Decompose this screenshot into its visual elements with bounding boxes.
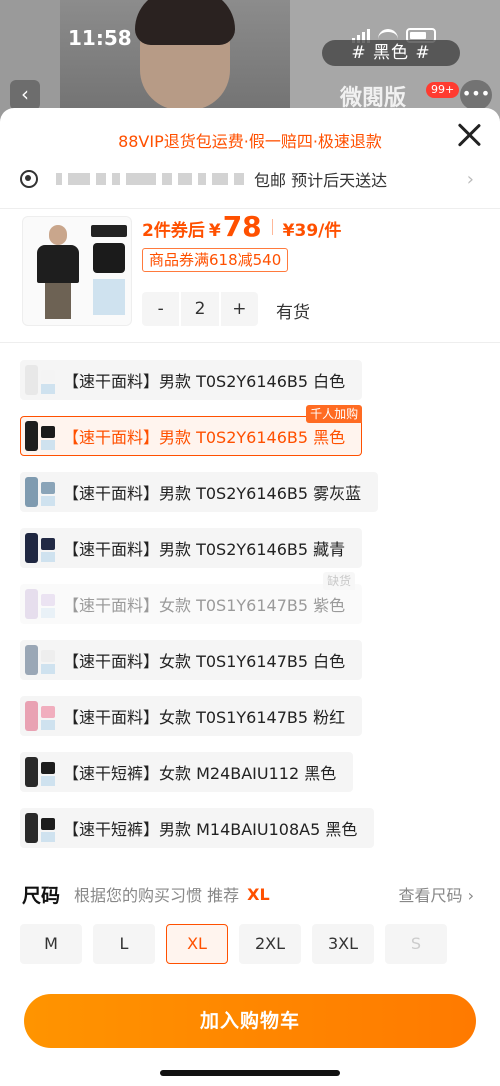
variant-option[interactable]: 【速干短裤】男款 M14BAIU108A5 黑色 <box>20 808 375 848</box>
product-image[interactable] <box>22 216 132 326</box>
price-symbol: ¥ <box>208 221 221 241</box>
color-tag: # 黑色 # <box>322 40 460 66</box>
decrement-button[interactable]: - <box>142 292 179 326</box>
close-icon[interactable] <box>456 122 482 148</box>
back-icon[interactable]: ‹ <box>10 80 40 110</box>
price-per-item: ¥39/件 <box>282 221 342 241</box>
variant-thumbnail <box>23 362 57 398</box>
divider <box>0 208 500 209</box>
variant-label: 【速干面料】男款 T0S2Y6146B5 黑色 <box>63 428 346 447</box>
model-hair <box>135 0 235 45</box>
size-option[interactable]: M <box>20 924 82 964</box>
variant-option[interactable]: 【速干面料】男款 T0S2Y6146B5 黑色 千人加购 <box>20 405 363 456</box>
variant-label: 【速干面料】女款 T0S1Y6147B5 白色 <box>63 652 346 671</box>
price-divider <box>271 218 273 235</box>
variant-thumbnail <box>23 530 57 566</box>
masked-address <box>56 173 244 185</box>
shipping-row[interactable]: 包邮 预计后天送达 › <box>20 164 480 194</box>
variant-badge: 千人加购 <box>306 405 363 423</box>
variant-option: 【速干面料】女款 T0S1Y6147B5 紫色 缺货 <box>20 572 363 624</box>
promo-banner: 88VIP退货包运费·假一赔四·极速退款 <box>118 132 382 151</box>
variant-thumbnail <box>23 586 57 622</box>
shipping-text: 包邮 预计后天送达 <box>254 171 388 190</box>
variant-label: 【速干短裤】男款 M14BAIU108A5 黑色 <box>63 820 358 839</box>
divider <box>0 342 500 343</box>
variant-label: 【速干短裤】女款 M24BAIU112 黑色 <box>63 764 337 783</box>
variant-thumbnail <box>23 810 57 846</box>
model-figure <box>31 223 85 321</box>
recommended-size: XL <box>247 884 270 904</box>
status-time: 11:58 <box>68 26 132 50</box>
variant-thumbnail <box>23 642 57 678</box>
variant-thumbnail <box>23 698 57 734</box>
size-option[interactable]: 2XL <box>239 924 301 964</box>
tshirt-image <box>93 243 125 273</box>
variant-option[interactable]: 【速干面料】男款 T0S2Y6146B5 白色 <box>20 360 363 400</box>
size-hint: 根据您的购买习惯 推荐 <box>74 886 240 905</box>
variant-badge: 缺货 <box>323 572 356 590</box>
coupon-badge: 商品券满618减540 <box>142 248 289 272</box>
variant-label: 【速干面料】女款 T0S1Y6147B5 粉红 <box>63 708 346 727</box>
size-options: M L XL 2XL 3XL S <box>20 924 447 964</box>
price-value: 78 <box>222 210 262 243</box>
variant-option[interactable]: 【速干面料】女款 T0S1Y6147B5 白色 <box>20 640 363 680</box>
variant-option[interactable]: 【速干面料】男款 T0S2Y6146B5 雾灰蓝 <box>20 472 379 512</box>
variant-option[interactable]: 【速干短裤】女款 M24BAIU112 黑色 <box>20 752 354 792</box>
sku-sheet: 88VIP退货包运费·假一赔四·极速退款 包邮 预计后天送达 › 2件券后 ¥ … <box>0 108 500 1086</box>
variant-label: 【速干面料】男款 T0S2Y6146B5 白色 <box>63 372 346 391</box>
image-label <box>91 225 127 237</box>
variant-option[interactable]: 【速干面料】男款 T0S2Y6146B5 藏青 <box>20 528 363 568</box>
quantity-stepper: - 2 + <box>142 292 258 326</box>
size-option[interactable]: 3XL <box>312 924 374 964</box>
variant-thumbnail <box>23 474 57 510</box>
variant-thumbnail <box>23 418 57 454</box>
size-option: S <box>385 924 447 964</box>
variant-thumbnail <box>23 754 57 790</box>
increment-button[interactable]: + <box>221 292 258 326</box>
location-icon <box>20 170 38 188</box>
home-indicator <box>160 1070 340 1076</box>
variant-option[interactable]: 【速干面料】女款 T0S1Y6147B5 粉红 <box>20 696 363 736</box>
size-option[interactable]: XL <box>166 924 228 964</box>
variant-label: 【速干面料】女款 T0S1Y6147B5 紫色 <box>63 596 346 615</box>
size-option[interactable]: L <box>93 924 155 964</box>
price-prefix: 2件券后 <box>142 221 205 241</box>
more-icon[interactable]: ••• <box>460 80 492 110</box>
add-to-cart-button[interactable]: 加入购物车 <box>24 994 476 1048</box>
fabric-image <box>93 279 125 315</box>
stock-status: 有货 <box>276 303 310 323</box>
size-title: 尺码 <box>22 884 61 907</box>
size-chart-link[interactable]: 查看尺码 › <box>399 882 475 906</box>
chevron-right-icon: › <box>466 168 474 190</box>
variant-label: 【速干面料】男款 T0S2Y6146B5 雾灰蓝 <box>63 484 362 503</box>
cart-count-badge: 99+ <box>426 82 460 98</box>
variant-label: 【速干面料】男款 T0S2Y6146B5 藏青 <box>63 540 346 559</box>
size-header: 尺码 根据您的购买习惯 推荐 XL 查看尺码 › <box>22 882 478 907</box>
price-line: 2件券后 ¥ 78 ¥39/件 <box>142 210 341 243</box>
quantity-value[interactable]: 2 <box>179 292 221 326</box>
